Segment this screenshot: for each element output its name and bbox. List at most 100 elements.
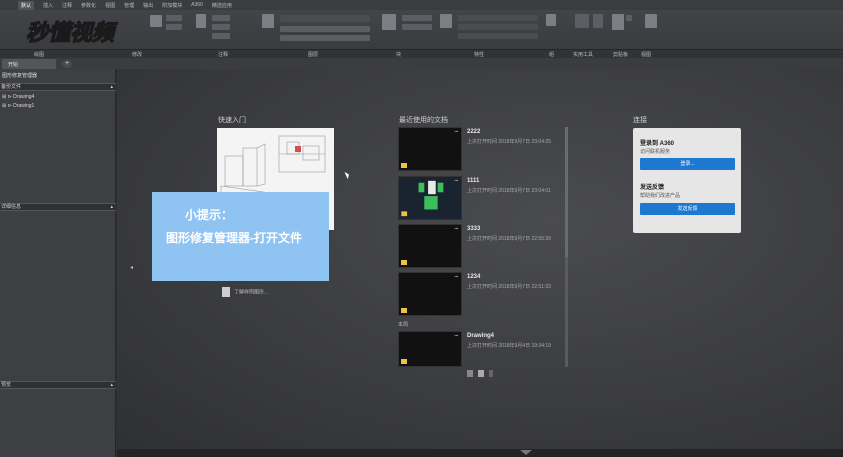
lineweight-dropdown[interactable] xyxy=(458,33,538,39)
insert-block-icon[interactable] xyxy=(382,14,396,30)
group-label-view[interactable]: 视图 xyxy=(641,51,651,58)
dimension-tool-icon[interactable] xyxy=(212,15,230,21)
group-label-draw[interactable]: 绘图 xyxy=(34,51,44,58)
recent-file-date: 上次打开时间 2018年9月7日 23:04:01 xyxy=(467,188,551,194)
measure-icon[interactable] xyxy=(575,14,589,28)
paste-icon[interactable] xyxy=(612,14,624,30)
ribbon-tab-view[interactable]: 视图 xyxy=(105,2,115,9)
tip-overlay: 小提示： 图形修复管理器-打开文件 xyxy=(152,192,329,281)
ribbon-tab-output[interactable]: 输出 xyxy=(143,2,153,9)
clipboard-icon[interactable] xyxy=(626,15,632,21)
modify-tool-icon[interactable] xyxy=(166,24,182,30)
ribbon-tab-default[interactable]: 默认 xyxy=(18,0,35,10)
chevron-left-icon[interactable]: ◂ xyxy=(130,264,133,271)
login-title: 登录到 A360 xyxy=(640,141,675,147)
connect-card: 登录到 A360 访问联机服务 登录... 发送反馈 帮助我们改进产品 发送反馈 xyxy=(633,128,741,233)
pin-icon[interactable]: ⊸ xyxy=(454,129,458,135)
learn-samples-label: 了解样例图形... xyxy=(234,289,269,296)
recent-documents-list: ⊸ 2222 上次打开时间 2018年9月7日 23:04:25 ⊸ 1111 … xyxy=(398,127,568,367)
grid-view-icon[interactable] xyxy=(478,370,484,377)
layer-tools-icon[interactable] xyxy=(280,26,370,32)
ribbon-tab-addins[interactable]: 附加模块 xyxy=(162,2,182,9)
view-base-icon[interactable] xyxy=(645,14,657,28)
app-window: 默认 插入 注释 参数化 视图 管理 输出 附加模块 A360 精选应用 秒懂视… xyxy=(0,0,843,457)
backup-item-drawing1[interactable]: ⊞ ⊳ Drawing1 xyxy=(2,103,34,109)
modify-tool-icon[interactable] xyxy=(166,15,182,21)
layer-dropdown[interactable] xyxy=(280,15,370,22)
block-tools-icon[interactable] xyxy=(402,24,432,30)
dwg-file-icon xyxy=(401,359,407,364)
ribbon-tab-parametric[interactable]: 参数化 xyxy=(81,2,96,9)
pin-icon[interactable]: ⊸ xyxy=(454,226,458,232)
recent-file-name[interactable]: 2222 xyxy=(467,129,480,135)
quick-start-title: 快速入门 xyxy=(218,117,246,124)
recent-item[interactable]: ⊸ 1111 上次打开时间 2018年9月7日 23:04:01 xyxy=(398,176,562,221)
backup-files-header[interactable]: 备份文件 ▴ xyxy=(0,83,116,91)
linetype-dropdown[interactable] xyxy=(458,24,538,30)
group-label-layers[interactable]: 图层 xyxy=(308,51,318,58)
ribbon-tab-insert[interactable]: 插入 xyxy=(43,2,53,9)
text-tool-icon[interactable] xyxy=(196,14,206,28)
drawing-thumbnail[interactable] xyxy=(398,176,462,220)
group-label-properties[interactable]: 特性 xyxy=(474,51,484,58)
pin-icon[interactable]: ⊸ xyxy=(454,274,458,280)
chevron-up-icon[interactable]: ▴ xyxy=(110,84,113,90)
table-tool-icon[interactable] xyxy=(212,33,230,39)
group-label-group[interactable]: 组 xyxy=(549,51,554,58)
send-feedback-button[interactable]: 发送反馈 xyxy=(640,203,735,215)
color-dropdown[interactable] xyxy=(458,15,538,21)
drawing-thumbnail[interactable] xyxy=(398,272,462,316)
block-tools-icon[interactable] xyxy=(402,15,432,21)
group-label-annotation[interactable]: 注释 xyxy=(218,51,228,58)
recent-file-name[interactable]: Drawing4 xyxy=(467,333,494,339)
recent-file-date: 上次打开时间 2018年9月7日 22:51:33 xyxy=(467,284,551,290)
recent-item[interactable]: ⊸ 1234 上次打开时间 2018年9月7日 22:51:33 xyxy=(398,272,562,317)
tab-start[interactable]: 开始 xyxy=(2,59,56,69)
login-subtitle: 访问联机服务 xyxy=(640,149,671,155)
group-label-clipboard[interactable]: 剪贴板 xyxy=(613,51,628,58)
ribbon-tab-a360[interactable]: A360 xyxy=(191,2,203,8)
group-label-utilities[interactable]: 实用工具 xyxy=(573,51,593,58)
ribbon-tab-manage[interactable]: 管理 xyxy=(124,2,134,9)
drawing-thumbnail[interactable] xyxy=(398,127,462,171)
pin-icon[interactable]: ⊸ xyxy=(454,333,458,339)
expand-icon[interactable]: ⊞ ⊳ xyxy=(2,94,13,100)
drawing-thumbnail[interactable] xyxy=(398,331,462,367)
recent-scrollbar[interactable] xyxy=(565,127,568,367)
learn-samples-link[interactable]: 了解样例图形... xyxy=(222,287,268,297)
list-view-icon[interactable] xyxy=(467,370,473,377)
recent-file-date: 上次打开时间 2018年9月7日 22:55:39 xyxy=(467,236,551,242)
group-label-modify[interactable]: 修改 xyxy=(132,51,142,58)
svg-text:秒懂视频: 秒懂视频 xyxy=(26,21,118,46)
view-toggle xyxy=(467,370,495,377)
match-properties-icon[interactable] xyxy=(440,14,452,28)
chevron-up-icon[interactable]: ▴ xyxy=(110,382,113,388)
new-tab-button[interactable]: + xyxy=(62,60,72,68)
pin-icon[interactable]: ⊸ xyxy=(454,178,458,184)
chevron-down-icon[interactable] xyxy=(520,450,532,455)
expand-icon[interactable]: ⊞ ⊳ xyxy=(2,103,13,109)
leader-tool-icon[interactable] xyxy=(212,24,230,30)
recent-item[interactable]: ⊸ 3333 上次打开时间 2018年9月7日 22:55:39 xyxy=(398,224,562,269)
layer-tools-icon[interactable] xyxy=(280,35,370,41)
recent-item[interactable]: ⊸ 2222 上次打开时间 2018年9月7日 23:04:25 xyxy=(398,127,562,172)
backup-item-drawing4[interactable]: ⊞ ⊳ Drawing4 xyxy=(2,94,34,100)
connect-title: 连接 xyxy=(633,117,647,124)
layer-properties-icon[interactable] xyxy=(262,14,274,28)
utilities-icon[interactable] xyxy=(593,14,603,28)
login-button[interactable]: 登录... xyxy=(640,158,735,170)
recent-file-name[interactable]: 3333 xyxy=(467,226,480,232)
scrollbar-thumb[interactable] xyxy=(565,127,568,257)
ribbon-tab-annotate[interactable]: 注释 xyxy=(62,2,72,9)
recent-file-name[interactable]: 1111 xyxy=(467,178,479,184)
recent-file-date: 上次打开时间 2018年9月7日 23:04:25 xyxy=(467,139,551,145)
group-icon[interactable] xyxy=(546,14,556,26)
details-header[interactable]: 详细信息 ▴ xyxy=(0,203,116,211)
recent-file-name[interactable]: 1234 xyxy=(467,274,480,280)
group-label-block[interactable]: 块 xyxy=(396,51,401,58)
chevron-up-icon[interactable]: ▴ xyxy=(110,204,113,210)
detail-view-icon[interactable] xyxy=(489,370,493,377)
ribbon-tab-featured[interactable]: 精选应用 xyxy=(212,2,232,9)
drawing-thumbnail[interactable] xyxy=(398,224,462,268)
preview-header[interactable]: 预览 ▴ xyxy=(0,381,116,389)
